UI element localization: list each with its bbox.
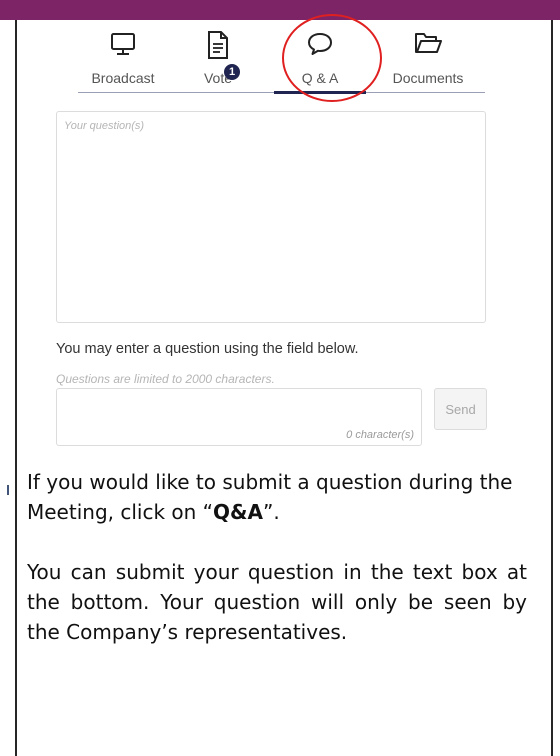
- question-placeholder: Your question(s): [64, 120, 145, 132]
- instruction-paragraph-2: You can submit your question in the text…: [27, 560, 527, 644]
- active-tab-indicator: [274, 91, 366, 94]
- vote-count-badge: 1: [224, 64, 240, 80]
- monitor-icon: [109, 30, 137, 62]
- question-textarea[interactable]: Your question(s): [56, 111, 486, 323]
- send-button[interactable]: Send: [434, 388, 487, 430]
- document-icon: [205, 30, 231, 64]
- tab-label: Documents: [392, 70, 464, 86]
- tab-broadcast[interactable]: Broadcast: [78, 20, 168, 96]
- tab-qa[interactable]: Q & A: [274, 20, 366, 96]
- character-counter: 0 character(s): [346, 429, 414, 441]
- instructions: If you would like to submit a question d…: [27, 467, 527, 647]
- margin-marker: [7, 485, 9, 495]
- header-bar: [0, 0, 560, 20]
- question-hint: You may enter a question using the field…: [56, 341, 359, 357]
- instruction-paragraph-1: If you would like to submit a question d…: [27, 470, 513, 524]
- tab-vote[interactable]: Vote: [188, 20, 248, 96]
- tab-label: Q & A: [301, 70, 339, 86]
- qa-emphasis: Q&A: [213, 500, 263, 524]
- folder-icon: [413, 30, 443, 60]
- speech-bubble-icon: [305, 30, 335, 62]
- tab-bar: Broadcast Vote 1 Q & A Documents: [78, 20, 498, 96]
- tab-documents[interactable]: Documents: [378, 20, 478, 96]
- character-limit-note: Questions are limited to 2000 characters…: [56, 372, 275, 386]
- question-input[interactable]: 0 character(s): [56, 388, 422, 446]
- tab-label: Broadcast: [91, 70, 155, 86]
